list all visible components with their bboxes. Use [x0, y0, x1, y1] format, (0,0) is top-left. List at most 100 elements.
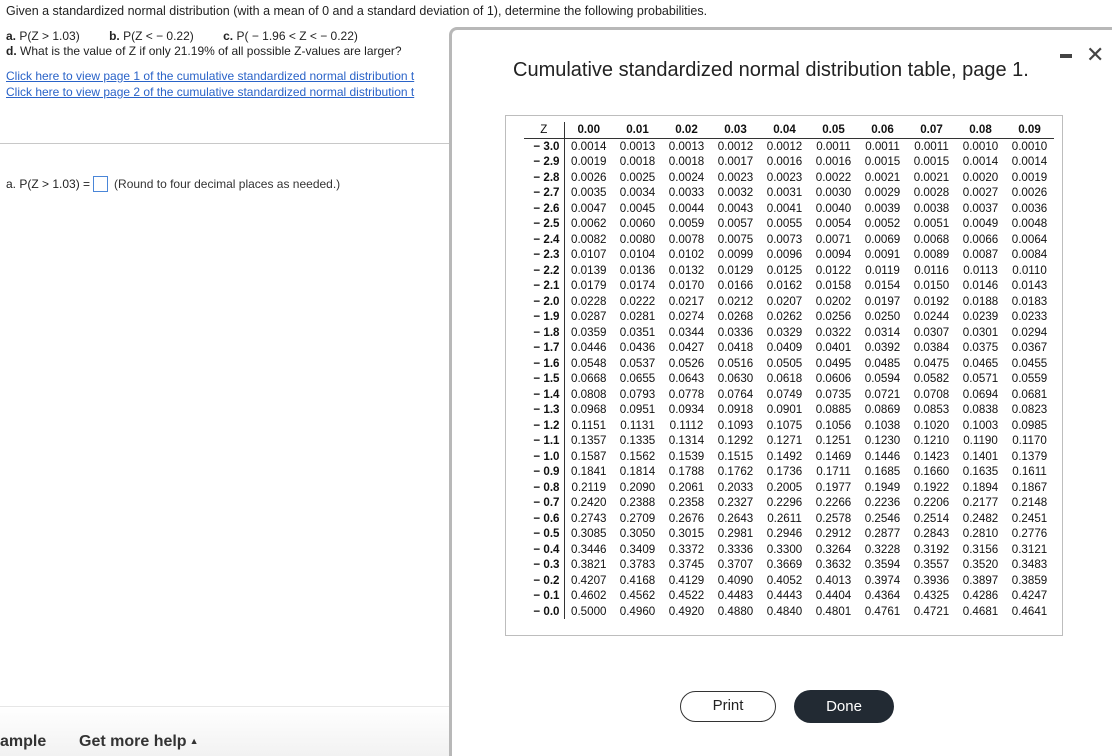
table-cell: 0.0322 [815, 325, 852, 339]
example-button[interactable]: ample [0, 733, 46, 751]
table-cell: 0.4840 [766, 604, 803, 618]
table-cell: 0.0028 [913, 186, 950, 199]
table-cell: 0.2451 [1011, 511, 1048, 525]
table-cell: 0.1401 [962, 449, 999, 463]
table-cell: 0.0559 [1011, 372, 1048, 385]
table-cell: 0.0075 [717, 232, 754, 246]
table-cell: 0.0823 [1011, 403, 1048, 416]
table-cell: 0.0018 [668, 155, 705, 168]
table-page-2-link[interactable]: Click here to view page 2 of the cumulat… [6, 85, 448, 99]
table-cell: 0.3228 [864, 542, 901, 556]
table-cell: 0.0107 [571, 248, 607, 261]
answer-row: a. P(Z > 1.03) = (Round to four decimal … [6, 176, 340, 192]
answer-input[interactable] [93, 176, 109, 192]
table-cell: 0.1170 [1012, 434, 1047, 447]
table-cell: 0.0026 [1011, 186, 1048, 199]
table-cell: 0.2676 [668, 511, 705, 525]
done-button[interactable]: Done [794, 690, 894, 723]
z-row-label: − 1.0 [524, 448, 565, 464]
print-button[interactable]: Print [680, 691, 776, 722]
table-cell: 0.1151 [571, 418, 607, 432]
table-cell: 0.0384 [913, 341, 950, 354]
table-cell: 0.0078 [668, 232, 705, 246]
table-page-1-link[interactable]: Click here to view page 1 of the cumulat… [6, 69, 448, 83]
table-cell: 0.1038 [864, 418, 901, 432]
table-cell: 0.1762 [717, 465, 754, 478]
table-cell: 0.3974 [864, 573, 901, 587]
table-cell: 0.0287 [571, 310, 607, 323]
table-cell: 0.3336 [717, 542, 754, 556]
table-cell: 0.3783 [619, 558, 656, 571]
table-cell: 0.1814 [619, 465, 656, 478]
table-cell: 0.0017 [717, 155, 754, 168]
table-row: − 2.0 0.0228 0.0222 0.0217 0.0212 0.0207 0.020… [524, 293, 1054, 309]
z-row-label: − 2.8 [524, 169, 565, 185]
table-cell: 0.2514 [913, 511, 950, 525]
table-cell: 0.0082 [571, 232, 607, 246]
table-cell: 0.0409 [766, 341, 803, 354]
z-column-header: Z [524, 122, 565, 139]
table-cell: 0.0582 [913, 372, 950, 385]
table-cell: 0.0010 [1011, 139, 1048, 153]
table-cell: 0.0012 [717, 139, 754, 153]
z-row-label: − 3.0 [524, 138, 565, 154]
table-cell: 0.3015 [668, 527, 705, 540]
table-cell: 0.0526 [668, 356, 705, 370]
table-cell: 0.0869 [864, 403, 901, 416]
table-cell: 0.0110 [1012, 263, 1047, 277]
table-cell: 0.0985 [1011, 418, 1048, 432]
table-cell: 0.2912 [815, 527, 852, 540]
table-cell: 0.2005 [766, 480, 803, 494]
minimize-icon[interactable] [1060, 54, 1072, 58]
table-cell: 0.3897 [962, 573, 999, 587]
table-row: − 0.7 0.2420 0.2388 0.2358 0.2327 0.2296 0.226… [524, 495, 1054, 511]
table-cell: 0.0179 [571, 279, 607, 292]
table-cell: 0.0174 [619, 279, 656, 292]
table-cell: 0.0853 [913, 403, 950, 416]
table-cell: 0.0367 [1011, 341, 1048, 354]
get-more-help-button[interactable]: Get more help ▲ [79, 733, 199, 751]
table-cell: 0.0052 [864, 217, 901, 230]
table-cell: 0.0040 [815, 201, 852, 215]
table-cell: 0.0032 [717, 186, 754, 199]
part-a-label: a. [6, 29, 17, 43]
table-cell: 0.0011 [816, 139, 851, 153]
table-cell: 0.2643 [717, 511, 754, 525]
z-row-label: − 2.0 [524, 293, 565, 309]
table-cell: 0.0015 [913, 155, 950, 168]
table-cell: 0.0485 [864, 356, 901, 370]
table-cell: 0.4404 [815, 589, 852, 602]
table-cell: 0.0059 [668, 217, 705, 230]
z-row-label: − 2.2 [524, 262, 565, 278]
table-cell: 0.4920 [668, 604, 705, 618]
table-cell: 0.1112 [669, 418, 704, 432]
table-cell: 0.0023 [766, 170, 803, 184]
table-cell: 0.4247 [1011, 589, 1048, 602]
table-cell: 0.4681 [962, 604, 999, 618]
table-cell: 0.0036 [1011, 201, 1048, 215]
z-row-label: − 2.1 [524, 278, 565, 294]
z-row-label: − 1.7 [524, 340, 565, 356]
table-cell: 0.4562 [619, 589, 656, 602]
table-cell: 0.1539 [668, 449, 705, 463]
z-row-label: − 0.3 [524, 557, 565, 573]
table-cell: 0.0217 [668, 294, 705, 308]
table-cell: 0.0212 [717, 294, 754, 308]
table-cell: 0.1423 [913, 449, 950, 463]
table-cell: 0.0495 [815, 356, 852, 370]
table-cell: 0.0026 [571, 170, 607, 184]
table-cell: 0.0024 [668, 170, 705, 184]
part-b: b. P(Z < − 0.22) [109, 29, 194, 43]
table-cell: 0.0250 [864, 310, 901, 323]
column-header: 0.06 [858, 122, 907, 139]
table-row: − 0.4 0.3446 0.3409 0.3372 0.3336 0.3300 0.326… [524, 541, 1054, 557]
table-cell: 0.0150 [913, 279, 950, 292]
table-cell: 0.1446 [864, 449, 901, 463]
table-cell: 0.0014 [962, 155, 999, 168]
table-cell: 0.0222 [619, 294, 656, 308]
z-row-label: − 1.1 [524, 433, 565, 449]
close-icon[interactable]: ✕ [1086, 44, 1104, 66]
table-cell: 0.0087 [962, 248, 999, 261]
table-cell: 0.0694 [962, 387, 999, 401]
modal-title: Cumulative standardized normal distribut… [513, 59, 1029, 81]
